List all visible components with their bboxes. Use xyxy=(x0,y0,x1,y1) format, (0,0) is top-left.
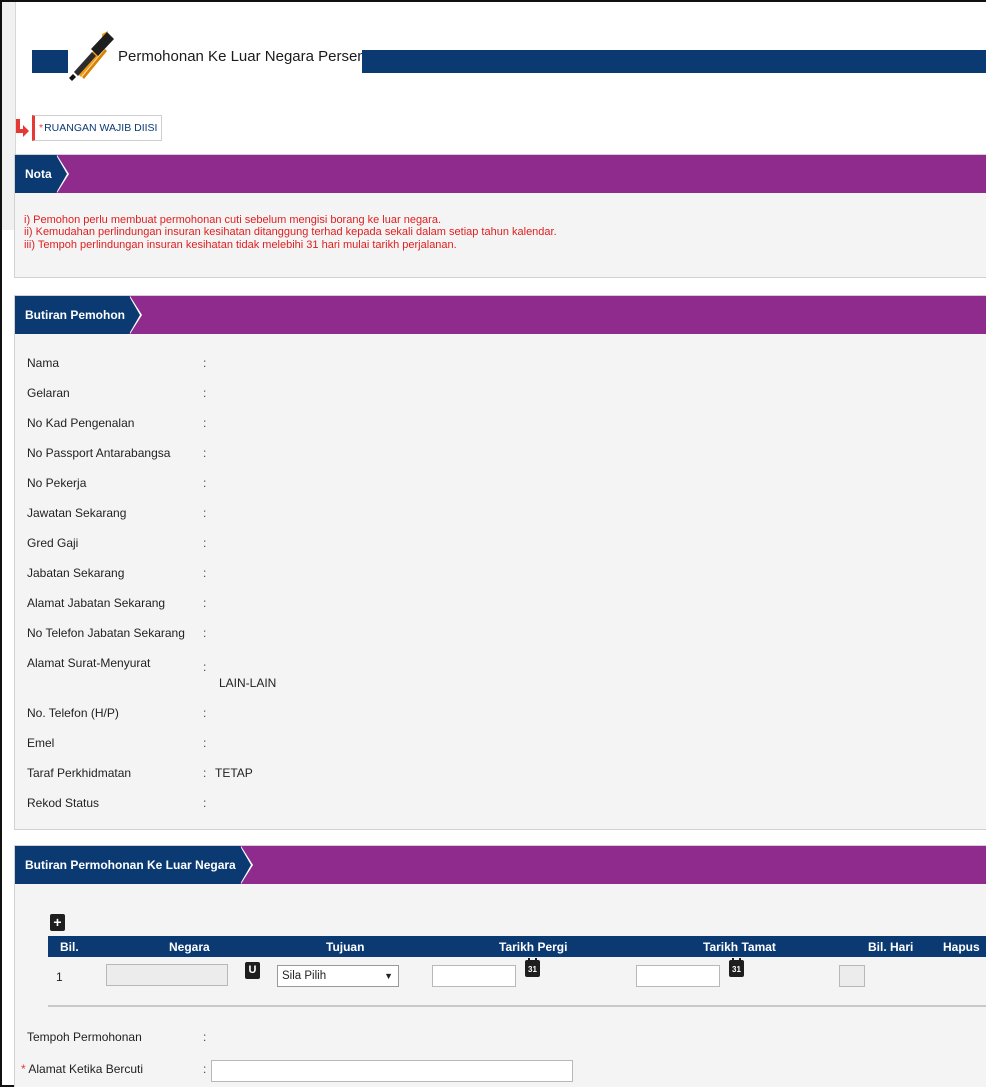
field-value: LAIN-LAIN xyxy=(219,676,277,690)
calendar-icon[interactable]: 31 xyxy=(525,958,540,977)
field-label: Emel xyxy=(27,736,55,750)
field-label: * Alamat Ketika Bercuti xyxy=(21,1062,143,1076)
column-header: Bil. xyxy=(60,940,79,954)
field-colon: : xyxy=(203,660,207,674)
field-colon: : xyxy=(203,596,207,610)
field-label: Tempoh Permohonan xyxy=(27,1030,142,1044)
nota-panel-header: Nota xyxy=(15,155,986,193)
reset-icon[interactable]: U xyxy=(245,962,260,979)
column-header: Tarikh Tamat xyxy=(703,940,776,954)
field-label: Jawatan Sekarang xyxy=(27,506,127,520)
plus-icon[interactable]: + xyxy=(50,914,65,931)
nota-line: iii) Tempoh perlindungan insuran kesihat… xyxy=(24,238,457,251)
calendar-icon[interactable]: 31 xyxy=(729,958,744,977)
field-colon: : xyxy=(203,1030,207,1044)
pemohon-tab: Butiran Pemohon xyxy=(19,296,143,334)
nota-tab-label: Nota xyxy=(25,167,52,181)
nota-body: i) Pemohon perlu membuat permohonan cuti… xyxy=(15,193,986,251)
pemohon-tab-label: Butiran Pemohon xyxy=(25,308,126,322)
permohonan-panel-header: Butiran Permohonan Ke Luar Negara xyxy=(15,846,986,884)
field-label: No Kad Pengenalan xyxy=(27,416,135,430)
column-header: Hapus xyxy=(943,940,980,954)
field-colon: : xyxy=(203,356,207,370)
field-label: Gred Gaji xyxy=(27,536,79,550)
nota-line: ii) Kemudahan perlindungan insuran kesih… xyxy=(24,226,557,239)
field-label: No. Telefon (H/P) xyxy=(27,706,119,720)
field-colon: : xyxy=(203,736,207,750)
arrow-turn-icon xyxy=(16,119,29,137)
field-colon: : xyxy=(203,796,207,810)
alamat-label-text: Alamat Ketika Bercuti xyxy=(28,1062,144,1076)
field-colon: : xyxy=(203,566,207,580)
field-colon: : xyxy=(203,536,207,550)
tarikh-tamat-input[interactable] xyxy=(636,965,720,987)
nota-line: i) Pemohon perlu membuat permohonan cuti… xyxy=(24,214,442,226)
field-label: Alamat Jabatan Sekarang xyxy=(27,596,166,610)
field-colon: : xyxy=(203,766,207,780)
field-colon: : xyxy=(203,416,207,430)
field-colon: : xyxy=(203,386,207,400)
pemohon-panel: Butiran Pemohon Nama : Gelaran : No Kad … xyxy=(14,295,986,830)
nota-tab: Nota xyxy=(19,155,69,193)
column-header: Negara xyxy=(169,940,210,954)
mandatory-note-box: * RUANGAN WAJIB DIISI xyxy=(32,115,163,141)
tarikh-pergi-input[interactable] xyxy=(432,965,516,987)
column-header: Bil. Hari xyxy=(868,940,914,954)
chevron-down-icon: ▼ xyxy=(384,971,393,981)
permohonan-panel: Butiran Permohonan Ke Luar Negara + Bil.… xyxy=(14,845,986,1087)
pemohon-panel-header: Butiran Pemohon xyxy=(15,296,986,334)
field-colon: : xyxy=(203,506,207,520)
field-label: No Pekerja xyxy=(27,476,87,490)
required-star: * xyxy=(39,122,44,134)
page-header: Permohonan Ke Luar Negara Persendirian xyxy=(28,30,986,81)
required-star: * xyxy=(21,1062,26,1076)
divider xyxy=(48,1005,986,1007)
column-header: Tujuan xyxy=(326,940,365,954)
mandatory-note-text: RUANGAN WAJIB DIISI xyxy=(44,122,158,134)
tools-icon xyxy=(69,31,114,81)
column-header: Tarikh Pergi xyxy=(499,940,568,954)
field-value: TETAP xyxy=(215,766,253,780)
permohonan-tab-label: Butiran Permohonan Ke Luar Negara xyxy=(25,858,236,872)
row-number: 1 xyxy=(56,970,63,984)
tujuan-select[interactable]: Sila Pilih ▼ xyxy=(277,965,399,987)
field-label: Alamat Surat-Menyurat xyxy=(27,656,151,670)
permohonan-tab: Butiran Permohonan Ke Luar Negara xyxy=(19,846,253,884)
field-colon: : xyxy=(203,626,207,640)
field-label: Taraf Perkhidmatan xyxy=(27,766,132,780)
bil-hari-input xyxy=(839,965,865,987)
field-label: Gelaran xyxy=(27,386,70,400)
title-bar-right-block xyxy=(362,50,986,73)
negara-input[interactable] xyxy=(106,964,228,986)
field-colon: : xyxy=(203,476,207,490)
mandatory-note: * RUANGAN WAJIB DIISI xyxy=(14,114,163,142)
title-bar-left-block xyxy=(32,50,68,73)
tujuan-selected-value: Sila Pilih xyxy=(282,970,327,982)
field-label: Nama xyxy=(27,356,60,370)
field-label: Jabatan Sekarang xyxy=(27,566,125,580)
page-title: Permohonan Ke Luar Negara Persendirian xyxy=(118,48,403,65)
field-label: No Passport Antarabangsa xyxy=(27,446,171,460)
field-label: Rekod Status xyxy=(27,796,100,810)
field-colon: : xyxy=(203,446,207,460)
field-label: No Telefon Jabatan Sekarang xyxy=(27,626,185,640)
grid-header: Bil. Negara Tujuan Tarikh Pergi Tarikh T… xyxy=(48,936,986,957)
field-colon: : xyxy=(203,706,207,720)
field-colon: : xyxy=(203,1062,207,1076)
alamat-ketika-bercuti-input[interactable] xyxy=(211,1060,573,1082)
table-row: 1 U Sila Pilih ▼ 31 31 xyxy=(48,958,986,994)
nota-panel: Nota i) Pemohon perlu membuat permohonan… xyxy=(14,154,986,278)
